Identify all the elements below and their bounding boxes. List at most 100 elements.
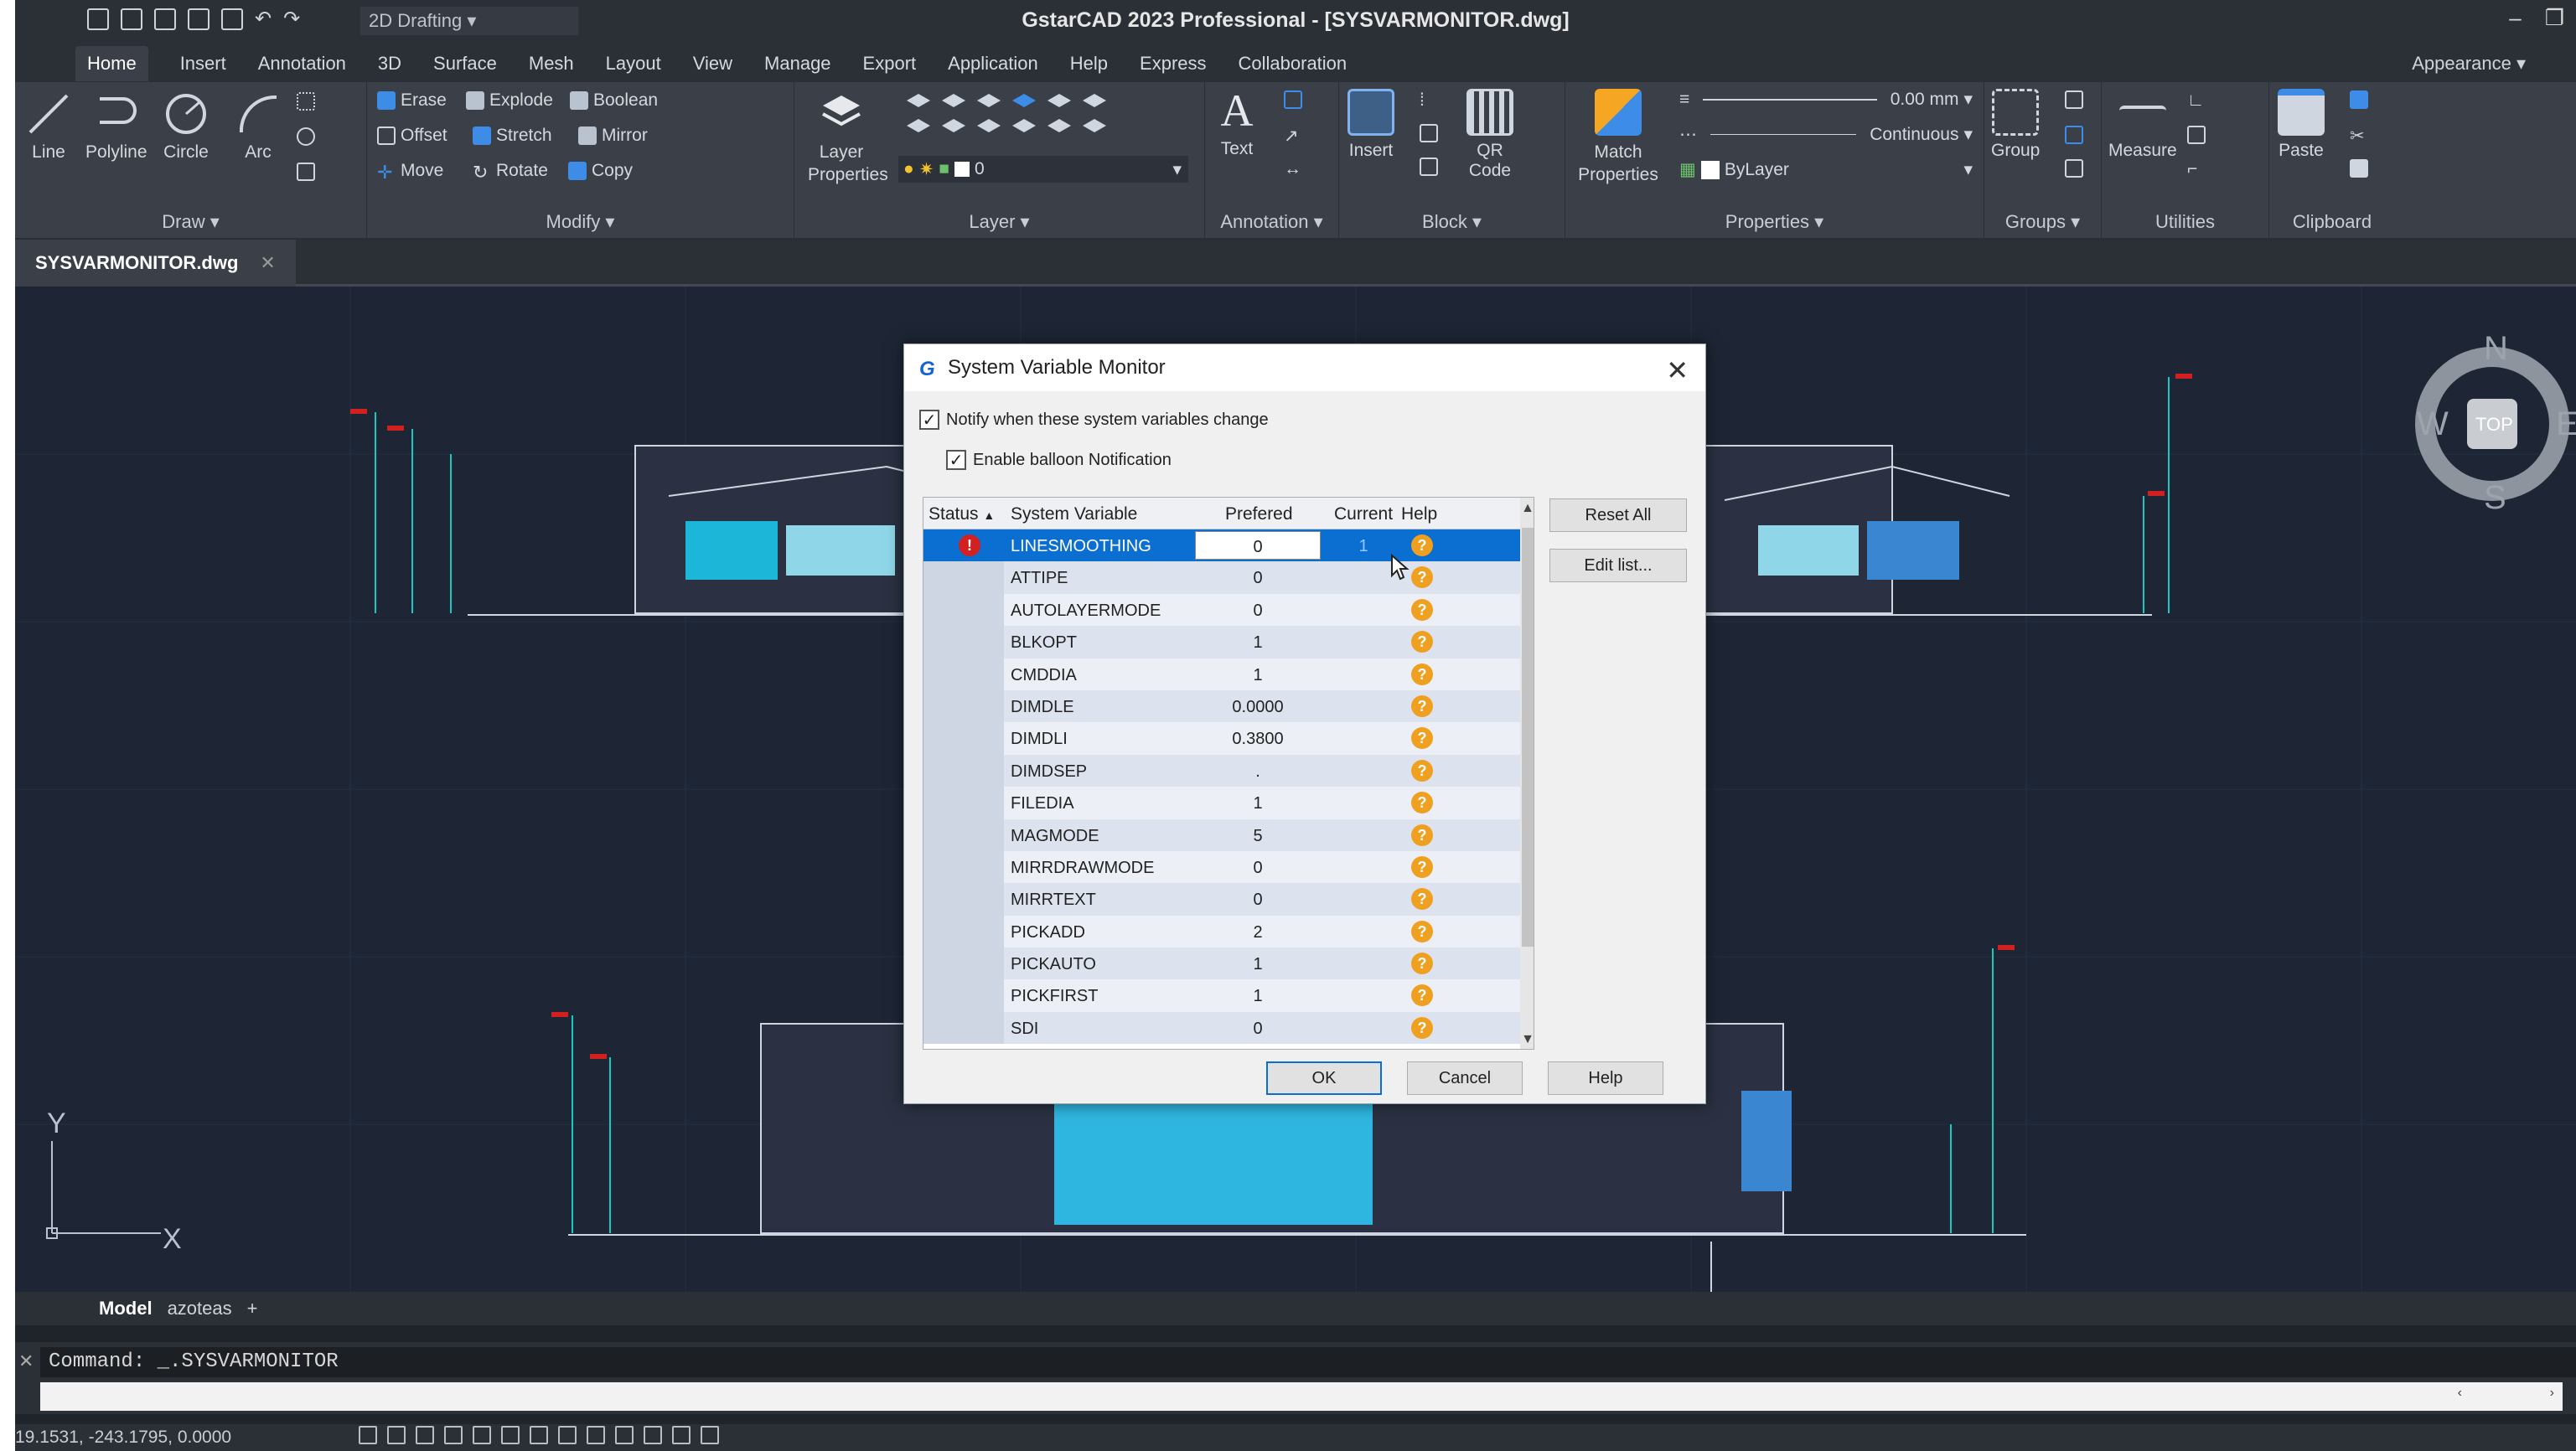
leader-button[interactable]: ↗ <box>1284 126 1302 146</box>
scroll-down-icon[interactable]: ▼ <box>1520 1032 1534 1047</box>
help-icon[interactable]: ? <box>1411 534 1433 556</box>
help-icon[interactable]: ? <box>1411 984 1433 1007</box>
tab-help[interactable]: Help <box>1070 53 1108 75</box>
tab-collaboration[interactable]: Collaboration <box>1239 53 1347 75</box>
preferred-value[interactable]: 1 <box>1195 987 1321 1006</box>
hatch-button[interactable] <box>297 92 315 111</box>
mirror-button[interactable]: Mirror <box>578 126 648 146</box>
table-row[interactable]: FILEDIA 1? <box>923 787 1520 819</box>
layer-dropdown[interactable]: ● ✷ ■ 0 ▾ <box>898 156 1188 183</box>
help-icon[interactable]: ? <box>1411 824 1433 846</box>
help-icon[interactable]: ? <box>1411 920 1433 942</box>
scroll-left-icon[interactable]: ‹ <box>2458 1386 2462 1401</box>
table-row[interactable]: SDI 0? <box>923 1011 1520 1045</box>
workspace-switch-icon[interactable] <box>701 1426 719 1444</box>
attribute-button[interactable]: ⁞ <box>1420 90 1438 110</box>
preferred-value[interactable]: 5 <box>1195 827 1321 846</box>
preferred-value[interactable]: 0.3800 <box>1195 730 1321 749</box>
preferred-value[interactable]: . <box>1195 762 1321 782</box>
erase-button[interactable]: Erase <box>377 90 447 111</box>
group-edit-button[interactable] <box>2065 126 2083 144</box>
help-icon[interactable]: ? <box>1411 759 1433 782</box>
command-input[interactable]: ‹ › <box>40 1382 2563 1411</box>
annotation-scale-icon[interactable] <box>672 1426 691 1444</box>
help-button[interactable]: Help <box>1548 1061 1663 1095</box>
help-icon[interactable]: ? <box>1411 888 1433 911</box>
scroll-up-icon[interactable]: ▲ <box>1520 501 1534 516</box>
dimension-button[interactable]: ↔ <box>1284 159 1302 178</box>
copy-clip-button[interactable] <box>2350 90 2368 109</box>
tab-azoteas[interactable]: azoteas <box>168 1298 232 1319</box>
modify-group-label[interactable]: Modify ▾ <box>367 211 794 233</box>
reset-all-button[interactable]: Reset All <box>1549 498 1687 532</box>
qr-code-button[interactable]: QR Code <box>1465 89 1515 181</box>
line-button[interactable]: Line <box>25 90 72 163</box>
preferred-value[interactable]: 0 <box>1195 859 1321 878</box>
table-row[interactable]: PICKAUTO 1? <box>923 948 1520 980</box>
close-command-icon[interactable]: ✕ <box>18 1350 34 1372</box>
preferred-value[interactable]: 0 <box>1195 1020 1321 1039</box>
table-row[interactable]: ATTIPE 0? <box>923 561 1520 594</box>
dynamic-input-icon[interactable] <box>558 1426 577 1444</box>
preferred-value[interactable]: 2 <box>1195 923 1321 942</box>
preferred-value[interactable]: 0 <box>1195 891 1321 910</box>
insert-button[interactable]: Insert <box>1347 89 1394 161</box>
copy-base-button[interactable] <box>2350 159 2368 178</box>
notify-checkbox[interactable]: ✓ Notify when these system variables cha… <box>919 410 1269 430</box>
offset-button[interactable]: Offset <box>377 126 447 146</box>
transparency-icon[interactable] <box>615 1426 634 1444</box>
document-tab[interactable]: SYSVARMONITOR.dwg ✕ <box>15 240 296 287</box>
otrack-toggle-icon[interactable] <box>501 1426 520 1444</box>
table-row[interactable]: BLKOPT 1? <box>923 626 1520 658</box>
ortho-toggle-icon[interactable] <box>416 1426 434 1444</box>
help-icon[interactable]: ? <box>1411 566 1433 589</box>
ok-button[interactable]: OK <box>1266 1061 1382 1095</box>
grid-toggle-icon[interactable] <box>359 1426 377 1444</box>
appearance-menu[interactable]: Appearance ▾ <box>2412 53 2526 75</box>
column-status[interactable]: Status ▲ <box>928 504 995 524</box>
help-icon[interactable]: ? <box>1411 631 1433 653</box>
copy-button[interactable]: Copy <box>568 161 633 181</box>
move-button[interactable]: ✛ Move <box>377 161 443 183</box>
table-row[interactable]: ! LINESMOOTHING 0 1? <box>923 529 1520 562</box>
table-row[interactable]: MIRRDRAWMODE 0? <box>923 850 1520 884</box>
create-block-button[interactable] <box>1420 124 1438 142</box>
help-icon[interactable]: ? <box>1411 1016 1433 1039</box>
snap-toggle-icon[interactable] <box>387 1426 406 1444</box>
table-row[interactable]: MIRRTEXT 0? <box>923 883 1520 916</box>
explode-button[interactable]: Explode <box>466 90 553 111</box>
help-icon[interactable]: ? <box>1411 953 1433 975</box>
tab-mesh[interactable]: Mesh <box>529 53 574 75</box>
groups-group-label[interactable]: Groups ▾ <box>1984 211 2101 233</box>
tab-express[interactable]: Express <box>1140 53 1206 75</box>
help-icon[interactable]: ? <box>1411 792 1433 814</box>
restore-icon[interactable]: ❐ <box>2545 5 2564 31</box>
preferred-value[interactable]: 0 <box>1195 602 1321 621</box>
polyline-button[interactable]: Polyline <box>85 90 147 163</box>
balloon-checkbox[interactable]: ✓ Enable balloon Notification <box>946 450 1172 470</box>
color-dropdown[interactable]: ▦ ByLayer ▾ <box>1679 159 1973 180</box>
help-icon[interactable]: ? <box>1411 727 1433 750</box>
column-current[interactable]: Current <box>1334 504 1393 524</box>
scrollbar-thumb[interactable] <box>1522 528 1534 947</box>
group-button[interactable]: Group <box>1991 89 2040 161</box>
selection-cycling-icon[interactable] <box>644 1426 662 1444</box>
tab-model[interactable]: Model <box>99 1298 153 1319</box>
ellipse-button[interactable] <box>297 127 315 146</box>
table-row[interactable]: DIMDSEP.? <box>923 754 1520 787</box>
edit-block-button[interactable] <box>1420 157 1438 176</box>
dynamic-ucs-icon[interactable] <box>530 1426 548 1444</box>
coordinate-button[interactable]: ∟ <box>2187 90 2206 110</box>
tab-home[interactable]: Home <box>75 46 148 81</box>
ucs-button[interactable]: ⌐ <box>2187 159 2206 178</box>
osnap-toggle-icon[interactable] <box>473 1426 491 1444</box>
viewcube-north[interactable]: N <box>2484 330 2508 368</box>
table-row[interactable]: DIMDLE 0.0000? <box>923 689 1520 723</box>
scroll-right-icon[interactable]: › <box>2550 1386 2554 1401</box>
preferred-value[interactable]: 0.0000 <box>1195 698 1321 717</box>
layer-properties-button[interactable]: Layer Properties <box>808 89 888 187</box>
viewcube-west[interactable]: W <box>2417 405 2449 443</box>
preferred-value[interactable]: 1 <box>1195 666 1321 685</box>
text-button[interactable]: A Text <box>1213 87 1260 159</box>
block-group-label[interactable]: Block ▾ <box>1339 211 1565 233</box>
